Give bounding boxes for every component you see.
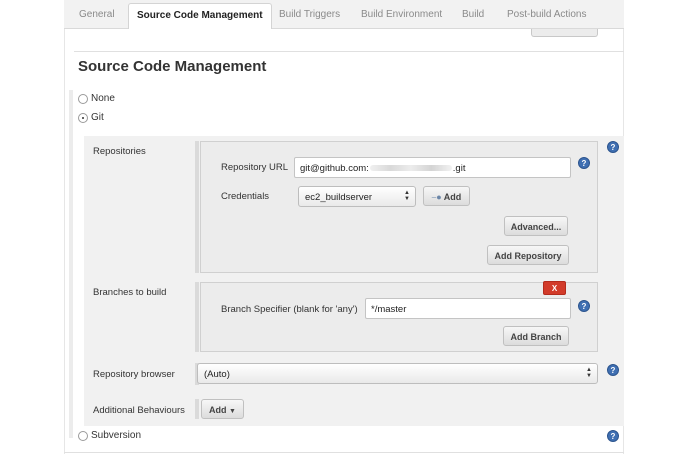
repository-browser-value: (Auto)	[204, 369, 230, 380]
repository-url-help-icon[interactable]: ?	[578, 157, 590, 169]
repository-url-suffix: .git	[452, 163, 466, 174]
select-arrows-icon: ▲ ▼	[586, 367, 592, 379]
credentials-value: ec2_buildserver	[305, 192, 373, 203]
repository-browser-help-icon[interactable]: ?	[607, 364, 619, 376]
credentials-select[interactable]: ec2_buildserver ▲ ▼	[298, 186, 416, 207]
scm-subversion-radio[interactable]	[78, 431, 88, 441]
subversion-help-icon[interactable]: ?	[607, 430, 619, 442]
add-credentials-button[interactable]: ⎯● Add	[423, 186, 470, 206]
advanced-button[interactable]: Advanced...	[504, 216, 568, 236]
repositories-help-icon[interactable]: ?	[607, 141, 619, 153]
branch-specifier-label: Branch Specifier (blank for 'any')	[221, 304, 358, 315]
repository-browser-select[interactable]: (Auto) ▲ ▼	[197, 363, 598, 384]
scm-none-label: None	[91, 93, 115, 104]
add-behaviour-button[interactable]: Add ▼	[201, 399, 244, 419]
add-branch-button[interactable]: Add Branch	[503, 326, 569, 346]
repository-browser-label: Repository browser	[93, 369, 175, 380]
scm-none-radio[interactable]	[78, 94, 88, 104]
config-tabbar: General Source Code Management Build Tri…	[64, 0, 624, 30]
repository-url-label: Repository URL	[221, 162, 289, 173]
key-icon: ⎯●	[431, 192, 442, 202]
redacted-segment	[369, 165, 452, 172]
repositories-label: Repositories	[93, 146, 146, 157]
tab-build-triggers[interactable]: Build Triggers	[279, 9, 340, 20]
repository-url-input[interactable]: git@github.com: .git	[294, 157, 571, 178]
tab-build[interactable]: Build	[462, 9, 484, 20]
section-divider	[74, 51, 624, 52]
dropdown-caret-icon: ▼	[229, 408, 236, 415]
tab-source-code-management[interactable]: Source Code Management	[128, 3, 272, 30]
branches-bar	[195, 282, 199, 352]
branch-specifier-help-icon[interactable]: ?	[578, 300, 590, 312]
select-arrows-icon: ▲ ▼	[404, 190, 410, 202]
add-repository-button[interactable]: Add Repository	[487, 245, 569, 265]
add-credentials-label: Add	[443, 192, 462, 202]
scm-git-radio[interactable]	[78, 113, 88, 123]
repository-url-prefix: git@github.com:	[300, 163, 369, 174]
page-title: Source Code Management	[78, 58, 267, 75]
tab-post-build-actions[interactable]: Post-build Actions	[507, 9, 587, 20]
section-indent-bar	[69, 90, 73, 438]
branch-specifier-input[interactable]: */master	[365, 298, 571, 319]
tab-build-environment[interactable]: Build Environment	[361, 9, 442, 20]
scm-git-label: Git	[91, 112, 104, 123]
scm-subversion-label: Subversion	[91, 430, 142, 441]
add-behaviour-label: Add	[209, 405, 227, 415]
previous-section-button-edge[interactable]	[531, 29, 598, 37]
tab-general[interactable]: General	[79, 9, 115, 20]
delete-branch-button[interactable]: X	[543, 281, 566, 295]
branches-to-build-label: Branches to build	[93, 287, 167, 298]
repositories-bar	[195, 141, 199, 273]
bottom-divider	[64, 452, 624, 453]
additional-behaviours-label: Additional Behaviours	[93, 405, 185, 416]
credentials-label: Credentials	[221, 191, 270, 202]
additional-behaviours-bar	[195, 399, 199, 419]
